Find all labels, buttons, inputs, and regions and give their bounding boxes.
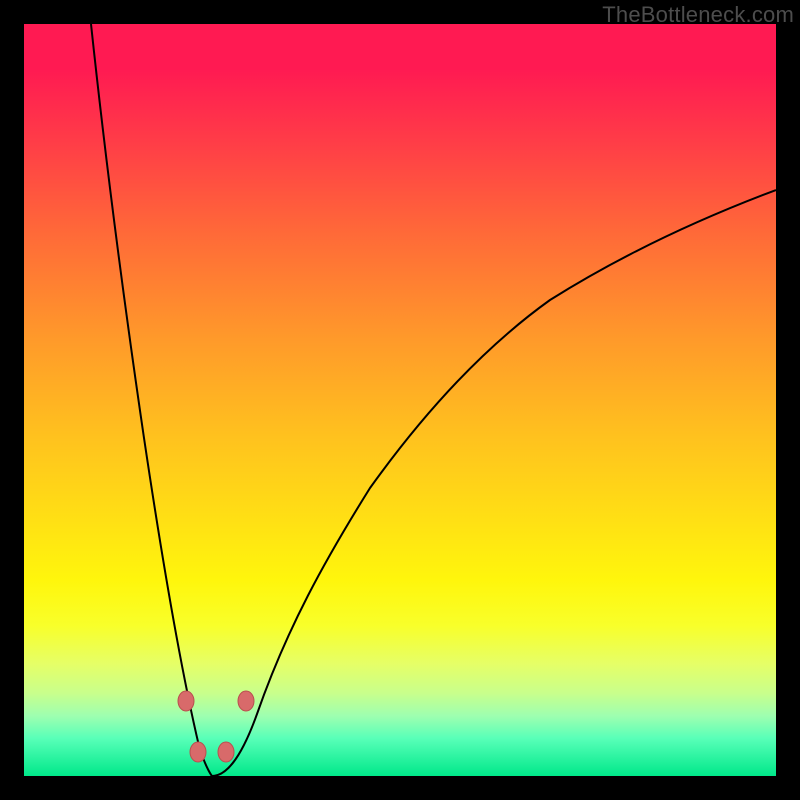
chart-frame [24, 24, 776, 776]
plot-area [24, 24, 776, 776]
curve-layer [24, 24, 776, 776]
marker-dot [238, 691, 254, 711]
curve-left [91, 24, 212, 776]
watermark-text: TheBottleneck.com [602, 2, 794, 28]
marker-dot [218, 742, 234, 762]
curve-right [212, 190, 776, 776]
marker-dot [178, 691, 194, 711]
marker-dot [190, 742, 206, 762]
